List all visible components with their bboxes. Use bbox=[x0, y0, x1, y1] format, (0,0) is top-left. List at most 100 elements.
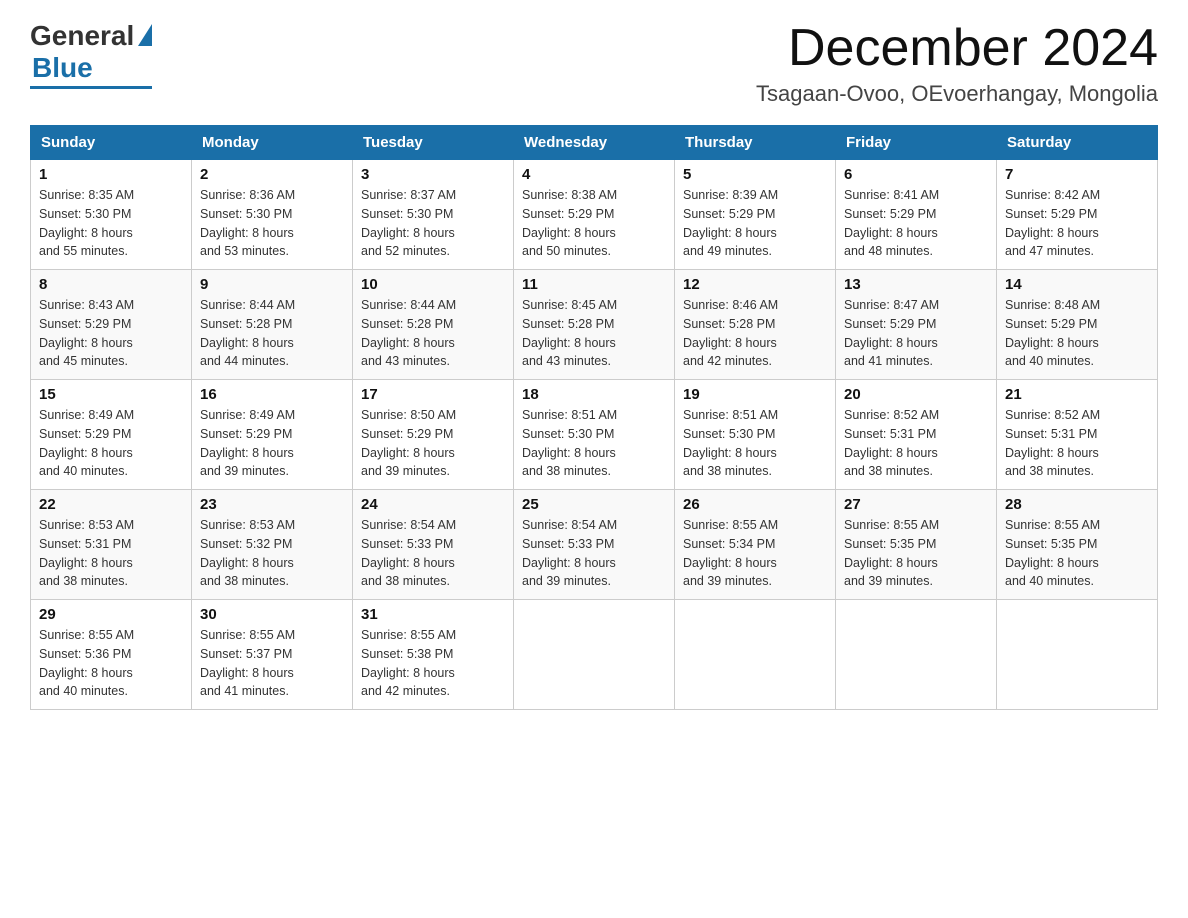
day-info: Sunrise: 8:51 AM Sunset: 5:30 PM Dayligh… bbox=[522, 406, 666, 481]
header-tuesday: Tuesday bbox=[353, 126, 514, 160]
calendar-week-row: 8 Sunrise: 8:43 AM Sunset: 5:29 PM Dayli… bbox=[31, 270, 1158, 380]
day-info: Sunrise: 8:38 AM Sunset: 5:29 PM Dayligh… bbox=[522, 186, 666, 261]
day-number: 4 bbox=[522, 166, 666, 183]
calendar-cell bbox=[514, 600, 675, 710]
calendar-cell: 29 Sunrise: 8:55 AM Sunset: 5:36 PM Dayl… bbox=[31, 600, 192, 710]
calendar-cell: 2 Sunrise: 8:36 AM Sunset: 5:30 PM Dayli… bbox=[192, 160, 353, 270]
title-section: December 2024 Tsagaan-Ovoo, OEvoerhangay… bbox=[756, 20, 1158, 107]
calendar-cell: 30 Sunrise: 8:55 AM Sunset: 5:37 PM Dayl… bbox=[192, 600, 353, 710]
calendar-cell bbox=[836, 600, 997, 710]
day-info: Sunrise: 8:46 AM Sunset: 5:28 PM Dayligh… bbox=[683, 296, 827, 371]
day-info: Sunrise: 8:54 AM Sunset: 5:33 PM Dayligh… bbox=[522, 516, 666, 591]
day-number: 15 bbox=[39, 386, 183, 403]
day-info: Sunrise: 8:35 AM Sunset: 5:30 PM Dayligh… bbox=[39, 186, 183, 261]
day-info: Sunrise: 8:55 AM Sunset: 5:34 PM Dayligh… bbox=[683, 516, 827, 591]
header-monday: Monday bbox=[192, 126, 353, 160]
page-header: General Blue December 2024 Tsagaan-Ovoo,… bbox=[30, 20, 1158, 107]
day-number: 22 bbox=[39, 496, 183, 513]
calendar-cell bbox=[997, 600, 1158, 710]
day-info: Sunrise: 8:48 AM Sunset: 5:29 PM Dayligh… bbox=[1005, 296, 1149, 371]
logo-triangle-icon bbox=[138, 24, 152, 46]
day-info: Sunrise: 8:53 AM Sunset: 5:32 PM Dayligh… bbox=[200, 516, 344, 591]
calendar-cell: 31 Sunrise: 8:55 AM Sunset: 5:38 PM Dayl… bbox=[353, 600, 514, 710]
day-number: 16 bbox=[200, 386, 344, 403]
header-friday: Friday bbox=[836, 126, 997, 160]
day-info: Sunrise: 8:54 AM Sunset: 5:33 PM Dayligh… bbox=[361, 516, 505, 591]
calendar-cell: 27 Sunrise: 8:55 AM Sunset: 5:35 PM Dayl… bbox=[836, 490, 997, 600]
calendar-cell: 8 Sunrise: 8:43 AM Sunset: 5:29 PM Dayli… bbox=[31, 270, 192, 380]
logo-underline bbox=[30, 86, 152, 89]
calendar-cell: 19 Sunrise: 8:51 AM Sunset: 5:30 PM Dayl… bbox=[675, 380, 836, 490]
day-info: Sunrise: 8:49 AM Sunset: 5:29 PM Dayligh… bbox=[39, 406, 183, 481]
calendar-cell: 1 Sunrise: 8:35 AM Sunset: 5:30 PM Dayli… bbox=[31, 160, 192, 270]
calendar-cell: 26 Sunrise: 8:55 AM Sunset: 5:34 PM Dayl… bbox=[675, 490, 836, 600]
day-number: 9 bbox=[200, 276, 344, 293]
day-info: Sunrise: 8:44 AM Sunset: 5:28 PM Dayligh… bbox=[200, 296, 344, 371]
day-number: 12 bbox=[683, 276, 827, 293]
day-info: Sunrise: 8:55 AM Sunset: 5:38 PM Dayligh… bbox=[361, 626, 505, 701]
day-number: 23 bbox=[200, 496, 344, 513]
day-number: 18 bbox=[522, 386, 666, 403]
calendar-cell: 28 Sunrise: 8:55 AM Sunset: 5:35 PM Dayl… bbox=[997, 490, 1158, 600]
calendar-cell: 20 Sunrise: 8:52 AM Sunset: 5:31 PM Dayl… bbox=[836, 380, 997, 490]
day-number: 14 bbox=[1005, 276, 1149, 293]
calendar-cell: 17 Sunrise: 8:50 AM Sunset: 5:29 PM Dayl… bbox=[353, 380, 514, 490]
day-number: 17 bbox=[361, 386, 505, 403]
day-number: 3 bbox=[361, 166, 505, 183]
day-info: Sunrise: 8:55 AM Sunset: 5:37 PM Dayligh… bbox=[200, 626, 344, 701]
day-info: Sunrise: 8:53 AM Sunset: 5:31 PM Dayligh… bbox=[39, 516, 183, 591]
day-number: 13 bbox=[844, 276, 988, 293]
calendar-cell: 13 Sunrise: 8:47 AM Sunset: 5:29 PM Dayl… bbox=[836, 270, 997, 380]
calendar-cell: 15 Sunrise: 8:49 AM Sunset: 5:29 PM Dayl… bbox=[31, 380, 192, 490]
day-info: Sunrise: 8:41 AM Sunset: 5:29 PM Dayligh… bbox=[844, 186, 988, 261]
calendar-cell: 23 Sunrise: 8:53 AM Sunset: 5:32 PM Dayl… bbox=[192, 490, 353, 600]
day-info: Sunrise: 8:47 AM Sunset: 5:29 PM Dayligh… bbox=[844, 296, 988, 371]
day-info: Sunrise: 8:50 AM Sunset: 5:29 PM Dayligh… bbox=[361, 406, 505, 481]
day-number: 20 bbox=[844, 386, 988, 403]
day-info: Sunrise: 8:55 AM Sunset: 5:36 PM Dayligh… bbox=[39, 626, 183, 701]
calendar-cell: 25 Sunrise: 8:54 AM Sunset: 5:33 PM Dayl… bbox=[514, 490, 675, 600]
day-info: Sunrise: 8:49 AM Sunset: 5:29 PM Dayligh… bbox=[200, 406, 344, 481]
location-title: Tsagaan-Ovoo, OEvoerhangay, Mongolia bbox=[756, 81, 1158, 107]
calendar-week-row: 29 Sunrise: 8:55 AM Sunset: 5:36 PM Dayl… bbox=[31, 600, 1158, 710]
day-info: Sunrise: 8:37 AM Sunset: 5:30 PM Dayligh… bbox=[361, 186, 505, 261]
calendar-cell: 12 Sunrise: 8:46 AM Sunset: 5:28 PM Dayl… bbox=[675, 270, 836, 380]
day-number: 25 bbox=[522, 496, 666, 513]
calendar-cell: 16 Sunrise: 8:49 AM Sunset: 5:29 PM Dayl… bbox=[192, 380, 353, 490]
calendar-cell: 22 Sunrise: 8:53 AM Sunset: 5:31 PM Dayl… bbox=[31, 490, 192, 600]
day-number: 2 bbox=[200, 166, 344, 183]
calendar-cell: 5 Sunrise: 8:39 AM Sunset: 5:29 PM Dayli… bbox=[675, 160, 836, 270]
month-title: December 2024 bbox=[756, 20, 1158, 77]
header-wednesday: Wednesday bbox=[514, 126, 675, 160]
day-info: Sunrise: 8:44 AM Sunset: 5:28 PM Dayligh… bbox=[361, 296, 505, 371]
calendar-week-row: 15 Sunrise: 8:49 AM Sunset: 5:29 PM Dayl… bbox=[31, 380, 1158, 490]
day-info: Sunrise: 8:55 AM Sunset: 5:35 PM Dayligh… bbox=[844, 516, 988, 591]
calendar-week-row: 22 Sunrise: 8:53 AM Sunset: 5:31 PM Dayl… bbox=[31, 490, 1158, 600]
day-number: 7 bbox=[1005, 166, 1149, 183]
day-number: 29 bbox=[39, 606, 183, 623]
day-info: Sunrise: 8:45 AM Sunset: 5:28 PM Dayligh… bbox=[522, 296, 666, 371]
day-number: 28 bbox=[1005, 496, 1149, 513]
day-number: 11 bbox=[522, 276, 666, 293]
day-number: 10 bbox=[361, 276, 505, 293]
calendar-cell: 21 Sunrise: 8:52 AM Sunset: 5:31 PM Dayl… bbox=[997, 380, 1158, 490]
calendar-cell: 7 Sunrise: 8:42 AM Sunset: 5:29 PM Dayli… bbox=[997, 160, 1158, 270]
calendar-cell: 6 Sunrise: 8:41 AM Sunset: 5:29 PM Dayli… bbox=[836, 160, 997, 270]
day-info: Sunrise: 8:43 AM Sunset: 5:29 PM Dayligh… bbox=[39, 296, 183, 371]
day-info: Sunrise: 8:52 AM Sunset: 5:31 PM Dayligh… bbox=[1005, 406, 1149, 481]
header-saturday: Saturday bbox=[997, 126, 1158, 160]
calendar-header-row: SundayMondayTuesdayWednesdayThursdayFrid… bbox=[31, 126, 1158, 160]
day-number: 19 bbox=[683, 386, 827, 403]
header-thursday: Thursday bbox=[675, 126, 836, 160]
day-number: 27 bbox=[844, 496, 988, 513]
day-number: 5 bbox=[683, 166, 827, 183]
calendar-table: SundayMondayTuesdayWednesdayThursdayFrid… bbox=[30, 125, 1158, 710]
header-sunday: Sunday bbox=[31, 126, 192, 160]
calendar-cell: 24 Sunrise: 8:54 AM Sunset: 5:33 PM Dayl… bbox=[353, 490, 514, 600]
calendar-cell: 10 Sunrise: 8:44 AM Sunset: 5:28 PM Dayl… bbox=[353, 270, 514, 380]
day-info: Sunrise: 8:39 AM Sunset: 5:29 PM Dayligh… bbox=[683, 186, 827, 261]
calendar-cell: 18 Sunrise: 8:51 AM Sunset: 5:30 PM Dayl… bbox=[514, 380, 675, 490]
calendar-cell: 9 Sunrise: 8:44 AM Sunset: 5:28 PM Dayli… bbox=[192, 270, 353, 380]
day-number: 21 bbox=[1005, 386, 1149, 403]
logo-blue-text: Blue bbox=[32, 52, 93, 84]
